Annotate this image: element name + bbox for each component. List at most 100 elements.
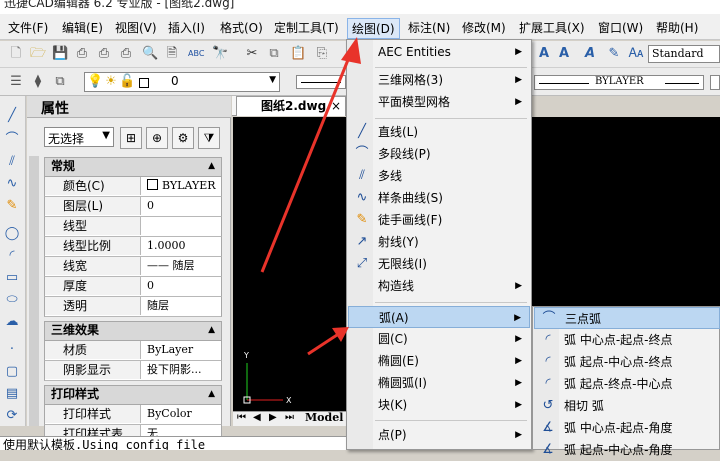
submenu-item-3pt-arc[interactable]: ⌒ 三点弧 — [534, 307, 720, 329]
prop-row-shadow[interactable]: 阴影显示 投下阴影... — [44, 361, 222, 381]
prev-layout-icon[interactable]: ◀ — [253, 412, 261, 423]
line-tool-icon[interactable]: ╱ — [4, 108, 20, 124]
prop-row-ltscale[interactable]: 线型比例 1.0000 — [44, 237, 222, 257]
menu-extended-tools[interactable]: 扩展工具(X) — [515, 18, 589, 37]
last-layout-icon[interactable]: ⏭ — [285, 412, 294, 423]
prop-row-transparency[interactable]: 透明 随层 — [44, 297, 222, 317]
submenu-item-center-start-angle[interactable]: ∡ 弧 中心点-起点-角度 — [534, 417, 720, 439]
submenu-item-start-end-center[interactable]: ◜ 弧 起点-终点-中心点 — [534, 373, 720, 395]
menu-item-spline[interactable]: ∿ 样条曲线(S) — [348, 187, 530, 209]
prop-row-layer[interactable]: 图层(L) 0 — [44, 197, 222, 217]
submenu-item-center-start-end[interactable]: ◜ 弧 中心点-起点-终点 — [534, 329, 720, 351]
toggle-pickadd-button[interactable]: ⊞ — [120, 127, 142, 149]
polyline-tool-icon[interactable]: ⌒ — [4, 132, 20, 148]
menu-help[interactable]: 帮助(H) — [652, 18, 702, 37]
prop-row-thickness[interactable]: 厚度 0 — [44, 277, 222, 297]
first-layout-icon[interactable]: ⏮ — [237, 412, 246, 423]
section-plot-style[interactable]: 打印样式 ▲ — [44, 385, 222, 405]
next-layout-icon[interactable]: ▶ — [269, 412, 277, 423]
circle-tool-icon[interactable]: ◯ — [4, 226, 20, 242]
text-style-select[interactable]: Standard — [648, 45, 720, 63]
menu-item-polyline[interactable]: ⌒ 多段线(P) — [348, 143, 530, 165]
menu-draw[interactable]: 绘图(D) — [347, 18, 400, 39]
selection-select[interactable]: 无选择 ▼ — [44, 127, 114, 147]
multiline-tool-icon[interactable]: ⫽ — [4, 154, 20, 170]
model-tab[interactable]: Model — [305, 411, 343, 424]
new-file-icon[interactable]: 🗋 — [8, 46, 24, 62]
quick-select-button[interactable]: ⚙ — [172, 127, 194, 149]
linetype-select[interactable]: BYLAYER — [534, 75, 704, 90]
plot-icon[interactable]: ⎙ — [118, 46, 134, 62]
lineweight-select[interactable] — [710, 75, 720, 90]
menu-edit[interactable]: 编辑(E) — [58, 18, 107, 37]
menu-item-point[interactable]: 点(P) ▶ — [348, 424, 530, 446]
print-icon[interactable]: ⎙ — [74, 46, 90, 62]
menu-custom-tools[interactable]: 定制工具(T) — [270, 18, 343, 37]
menu-item-3d-mesh[interactable]: 三维网格(3) ▶ — [348, 69, 530, 91]
menu-item-aec-entities[interactable]: AEC Entities ▶ — [348, 41, 530, 63]
menu-item-multiline[interactable]: ⫽ 多线 — [348, 165, 530, 187]
prop-row-material[interactable]: 材质 ByLayer — [44, 341, 222, 361]
close-icon[interactable]: × — [331, 97, 341, 115]
section-3d-effects[interactable]: 三维效果 ▲ — [44, 321, 222, 341]
submenu-item-start-center-end[interactable]: ◜ 弧 起点-中心点-终点 — [534, 351, 720, 373]
menu-insert[interactable]: 插入(I) — [164, 18, 209, 37]
menu-window[interactable]: 窗口(W) — [594, 18, 647, 37]
text-icon[interactable]: A — [556, 46, 572, 62]
publish-icon[interactable]: 🗎 — [164, 46, 180, 62]
menu-item-construction-line[interactable]: 构造线 ▶ — [348, 275, 530, 297]
section-general[interactable]: 常规 ▲ — [44, 157, 222, 177]
menu-item-arc[interactable]: 弧(A) ▶ — [348, 306, 530, 328]
match-props-icon[interactable]: ⎘ — [314, 46, 330, 62]
menu-item-freehand[interactable]: ✎ 徒手画线(F) — [348, 209, 530, 231]
prop-row-linetype[interactable]: 线型 — [44, 217, 222, 237]
menu-item-ray[interactable]: ↗ 射线(Y) — [348, 231, 530, 253]
preview-icon[interactable]: 🔍 — [142, 46, 158, 62]
save-icon[interactable]: 💾 — [52, 46, 68, 62]
submenu-item-tangent-arc[interactable]: ↺ 相切 弧 — [534, 395, 720, 417]
document-tab[interactable]: 图纸2.dwg × — [236, 96, 346, 116]
open-folder-icon[interactable]: 🗁 — [30, 46, 46, 62]
filter-button[interactable]: ⧩ — [198, 127, 220, 149]
layer-manager-icon[interactable]: ☰ — [8, 74, 24, 90]
spline-tool-icon[interactable]: ∿ — [4, 176, 20, 192]
hatch-tool-icon[interactable]: ▤ — [4, 386, 20, 402]
find-icon[interactable]: 🔭 — [212, 46, 228, 62]
menu-file[interactable]: 文件(F) — [4, 18, 52, 37]
menu-item-ellipse[interactable]: 椭圆(E) ▶ — [348, 350, 530, 372]
color-select[interactable] — [296, 75, 346, 89]
menu-view[interactable]: 视图(V) — [111, 18, 161, 37]
layer-select[interactable]: 💡 ☀ 🔓 0 ▼ — [84, 72, 280, 92]
layer-state-icon[interactable]: ⧫ — [30, 74, 46, 90]
menu-item-elliptical-arc[interactable]: 椭圆弧(I) ▶ — [348, 372, 530, 394]
mtext-icon[interactable]: A — [582, 46, 598, 62]
point-tool-icon[interactable]: · — [4, 342, 20, 358]
menu-modify[interactable]: 修改(M) — [458, 18, 510, 37]
freehand-tool-icon[interactable]: ✎ — [4, 198, 20, 214]
cut-icon[interactable]: ✂ — [244, 46, 260, 62]
arc-tool-icon[interactable]: ◜ — [4, 248, 20, 264]
region-tool-icon[interactable]: ▢ — [4, 364, 20, 380]
text-edit-icon[interactable]: ✎ — [606, 46, 622, 62]
wipeout-tool-icon[interactable]: ⟳ — [4, 408, 20, 424]
menu-item-planar-mesh[interactable]: 平面模型网格 ▶ — [348, 91, 530, 113]
prop-row-color[interactable]: 颜色(C) BYLAYER — [44, 177, 222, 197]
submenu-item-start-center-angle[interactable]: ∡ 弧 起点-中心点-角度 — [534, 439, 720, 461]
layer-previous-icon[interactable]: ⧉ — [52, 74, 68, 90]
menu-item-line[interactable]: ╱ 直线(L) — [348, 121, 530, 143]
menu-item-block[interactable]: 块(K) ▶ — [348, 394, 530, 416]
revcloud-tool-icon[interactable]: ☁ — [4, 314, 20, 330]
prop-row-plotstyle[interactable]: 打印样式 ByColor — [44, 405, 222, 425]
text-find-icon[interactable]: 🗛 — [628, 46, 644, 62]
menu-item-circle[interactable]: 圆(C) ▶ — [348, 328, 530, 350]
menu-format[interactable]: 格式(O) — [216, 18, 267, 37]
rectangle-tool-icon[interactable]: ▭ — [4, 270, 20, 286]
menu-dimension[interactable]: 标注(N) — [404, 18, 454, 37]
copy-icon[interactable]: ⧉ — [266, 46, 282, 62]
spellcheck-icon[interactable]: ABC — [188, 46, 204, 62]
select-objects-button[interactable]: ⊕ — [146, 127, 168, 149]
print-preview-icon[interactable]: ⎙ — [96, 46, 112, 62]
prop-row-lineweight[interactable]: 线宽 —— 随层 — [44, 257, 222, 277]
text-style-icon[interactable]: A — [536, 46, 552, 62]
menu-item-xline[interactable]: ⤢ 无限线(I) — [348, 253, 530, 275]
